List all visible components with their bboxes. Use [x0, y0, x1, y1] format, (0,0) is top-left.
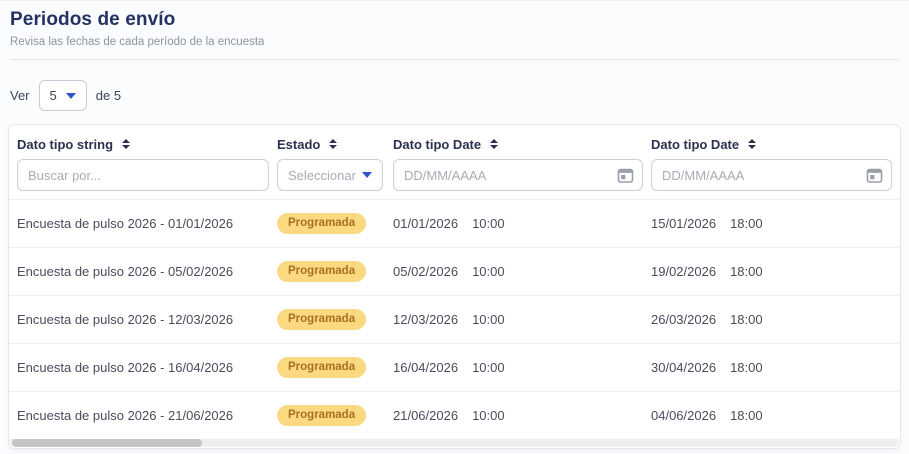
caret-down-icon: [362, 172, 372, 178]
table-row[interactable]: Encuesta de pulso 2026 - 21/06/2026 Prog…: [9, 391, 900, 439]
page-header: Periodos de envío Revisa las fechas de c…: [0, 1, 909, 60]
column-header-label: Estado: [277, 137, 320, 152]
page-title: Periodos de envío: [10, 9, 899, 31]
calendar-icon[interactable]: [866, 167, 883, 184]
column-header-estado[interactable]: Estado: [277, 135, 393, 153]
table-row[interactable]: Encuesta de pulso 2026 - 05/02/2026 Prog…: [9, 247, 900, 295]
start-date: 21/06/2026: [393, 408, 458, 423]
pagesize-bar: Ver 5 de 5: [0, 60, 909, 124]
date-end-input[interactable]: [652, 168, 866, 183]
row-end: 04/06/2026 18:00: [651, 408, 892, 423]
table-filter-row: Seleccionar: [9, 159, 900, 199]
table-row[interactable]: Encuesta de pulso 2026 - 01/01/2026 Prog…: [9, 199, 900, 247]
page-subtitle: Revisa las fechas de cada período de la …: [10, 36, 899, 48]
end-time: 18:00: [730, 312, 763, 327]
column-header-string[interactable]: Dato tipo string: [17, 135, 277, 153]
sort-icon[interactable]: [329, 139, 337, 149]
calendar-icon[interactable]: [617, 167, 634, 184]
estado-select-value: Seleccionar: [288, 168, 356, 183]
sort-icon[interactable]: [748, 139, 756, 149]
row-estado: Programada: [277, 309, 393, 331]
row-end: 30/04/2026 18:00: [651, 360, 892, 375]
row-start: 12/03/2026 10:00: [393, 312, 651, 327]
status-badge: Programada: [277, 261, 366, 283]
start-date: 16/04/2026: [393, 360, 458, 375]
caret-down-icon: [66, 93, 76, 99]
start-date: 01/01/2026: [393, 216, 458, 231]
start-time: 10:00: [472, 360, 505, 375]
estado-select[interactable]: Seleccionar: [277, 159, 383, 191]
date-start-input[interactable]: [394, 168, 617, 183]
row-end: 19/02/2026 18:00: [651, 264, 892, 279]
row-end: 15/01/2026 18:00: [651, 216, 892, 231]
status-badge: Programada: [277, 405, 366, 427]
filter-cell-estado: Seleccionar: [277, 159, 393, 191]
date-start-input-wrap: [393, 159, 643, 191]
pagesize-total: de 5: [96, 88, 121, 103]
column-header-date-end[interactable]: Dato tipo Date: [651, 135, 892, 153]
end-date: 26/03/2026: [651, 312, 716, 327]
status-badge: Programada: [277, 213, 366, 235]
row-name: Encuesta de pulso 2026 - 21/06/2026: [17, 408, 277, 423]
status-badge: Programada: [277, 309, 366, 331]
column-header-date-start[interactable]: Dato tipo Date: [393, 135, 651, 153]
filter-cell-date-start: [393, 159, 651, 191]
end-time: 18:00: [730, 264, 763, 279]
filter-cell-string: [17, 159, 277, 191]
row-name: Encuesta de pulso 2026 - 12/03/2026: [17, 312, 277, 327]
end-date: 30/04/2026: [651, 360, 716, 375]
horizontal-scrollbar-track[interactable]: [10, 439, 899, 447]
row-estado: Programada: [277, 357, 393, 379]
row-name: Encuesta de pulso 2026 - 01/01/2026: [17, 216, 277, 231]
end-time: 18:00: [730, 360, 763, 375]
end-date: 15/01/2026: [651, 216, 716, 231]
row-start: 21/06/2026 10:00: [393, 408, 651, 423]
start-time: 10:00: [472, 264, 505, 279]
row-estado: Programada: [277, 213, 393, 235]
status-badge: Programada: [277, 357, 366, 379]
end-date: 04/06/2026: [651, 408, 716, 423]
date-end-input-wrap: [651, 159, 892, 191]
start-date: 05/02/2026: [393, 264, 458, 279]
row-name: Encuesta de pulso 2026 - 05/02/2026: [17, 264, 277, 279]
column-header-label: Dato tipo string: [17, 137, 113, 152]
row-end: 26/03/2026 18:00: [651, 312, 892, 327]
end-time: 18:00: [730, 408, 763, 423]
pagesize-label: Ver: [10, 88, 30, 103]
start-time: 10:00: [472, 216, 505, 231]
row-estado: Programada: [277, 261, 393, 283]
horizontal-scrollbar-thumb[interactable]: [12, 439, 202, 447]
row-estado: Programada: [277, 405, 393, 427]
row-start: 16/04/2026 10:00: [393, 360, 651, 375]
column-header-label: Dato tipo Date: [393, 137, 481, 152]
table-header-row: Dato tipo string Estado Dato tipo Date D…: [9, 125, 900, 153]
periods-table: Dato tipo string Estado Dato tipo Date D…: [8, 124, 901, 449]
table-row[interactable]: Encuesta de pulso 2026 - 16/04/2026 Prog…: [9, 343, 900, 391]
start-time: 10:00: [472, 408, 505, 423]
start-time: 10:00: [472, 312, 505, 327]
row-start: 01/01/2026 10:00: [393, 216, 651, 231]
sort-icon[interactable]: [490, 139, 498, 149]
column-header-label: Dato tipo Date: [651, 137, 739, 152]
table-row[interactable]: Encuesta de pulso 2026 - 12/03/2026 Prog…: [9, 295, 900, 343]
end-time: 18:00: [730, 216, 763, 231]
filter-cell-date-end: [651, 159, 892, 191]
start-date: 12/03/2026: [393, 312, 458, 327]
sort-icon[interactable]: [122, 139, 130, 149]
pagesize-value: 5: [50, 88, 57, 103]
search-input[interactable]: [17, 159, 269, 191]
row-start: 05/02/2026 10:00: [393, 264, 651, 279]
pagesize-select[interactable]: 5: [39, 80, 87, 111]
row-name: Encuesta de pulso 2026 - 16/04/2026: [17, 360, 277, 375]
end-date: 19/02/2026: [651, 264, 716, 279]
